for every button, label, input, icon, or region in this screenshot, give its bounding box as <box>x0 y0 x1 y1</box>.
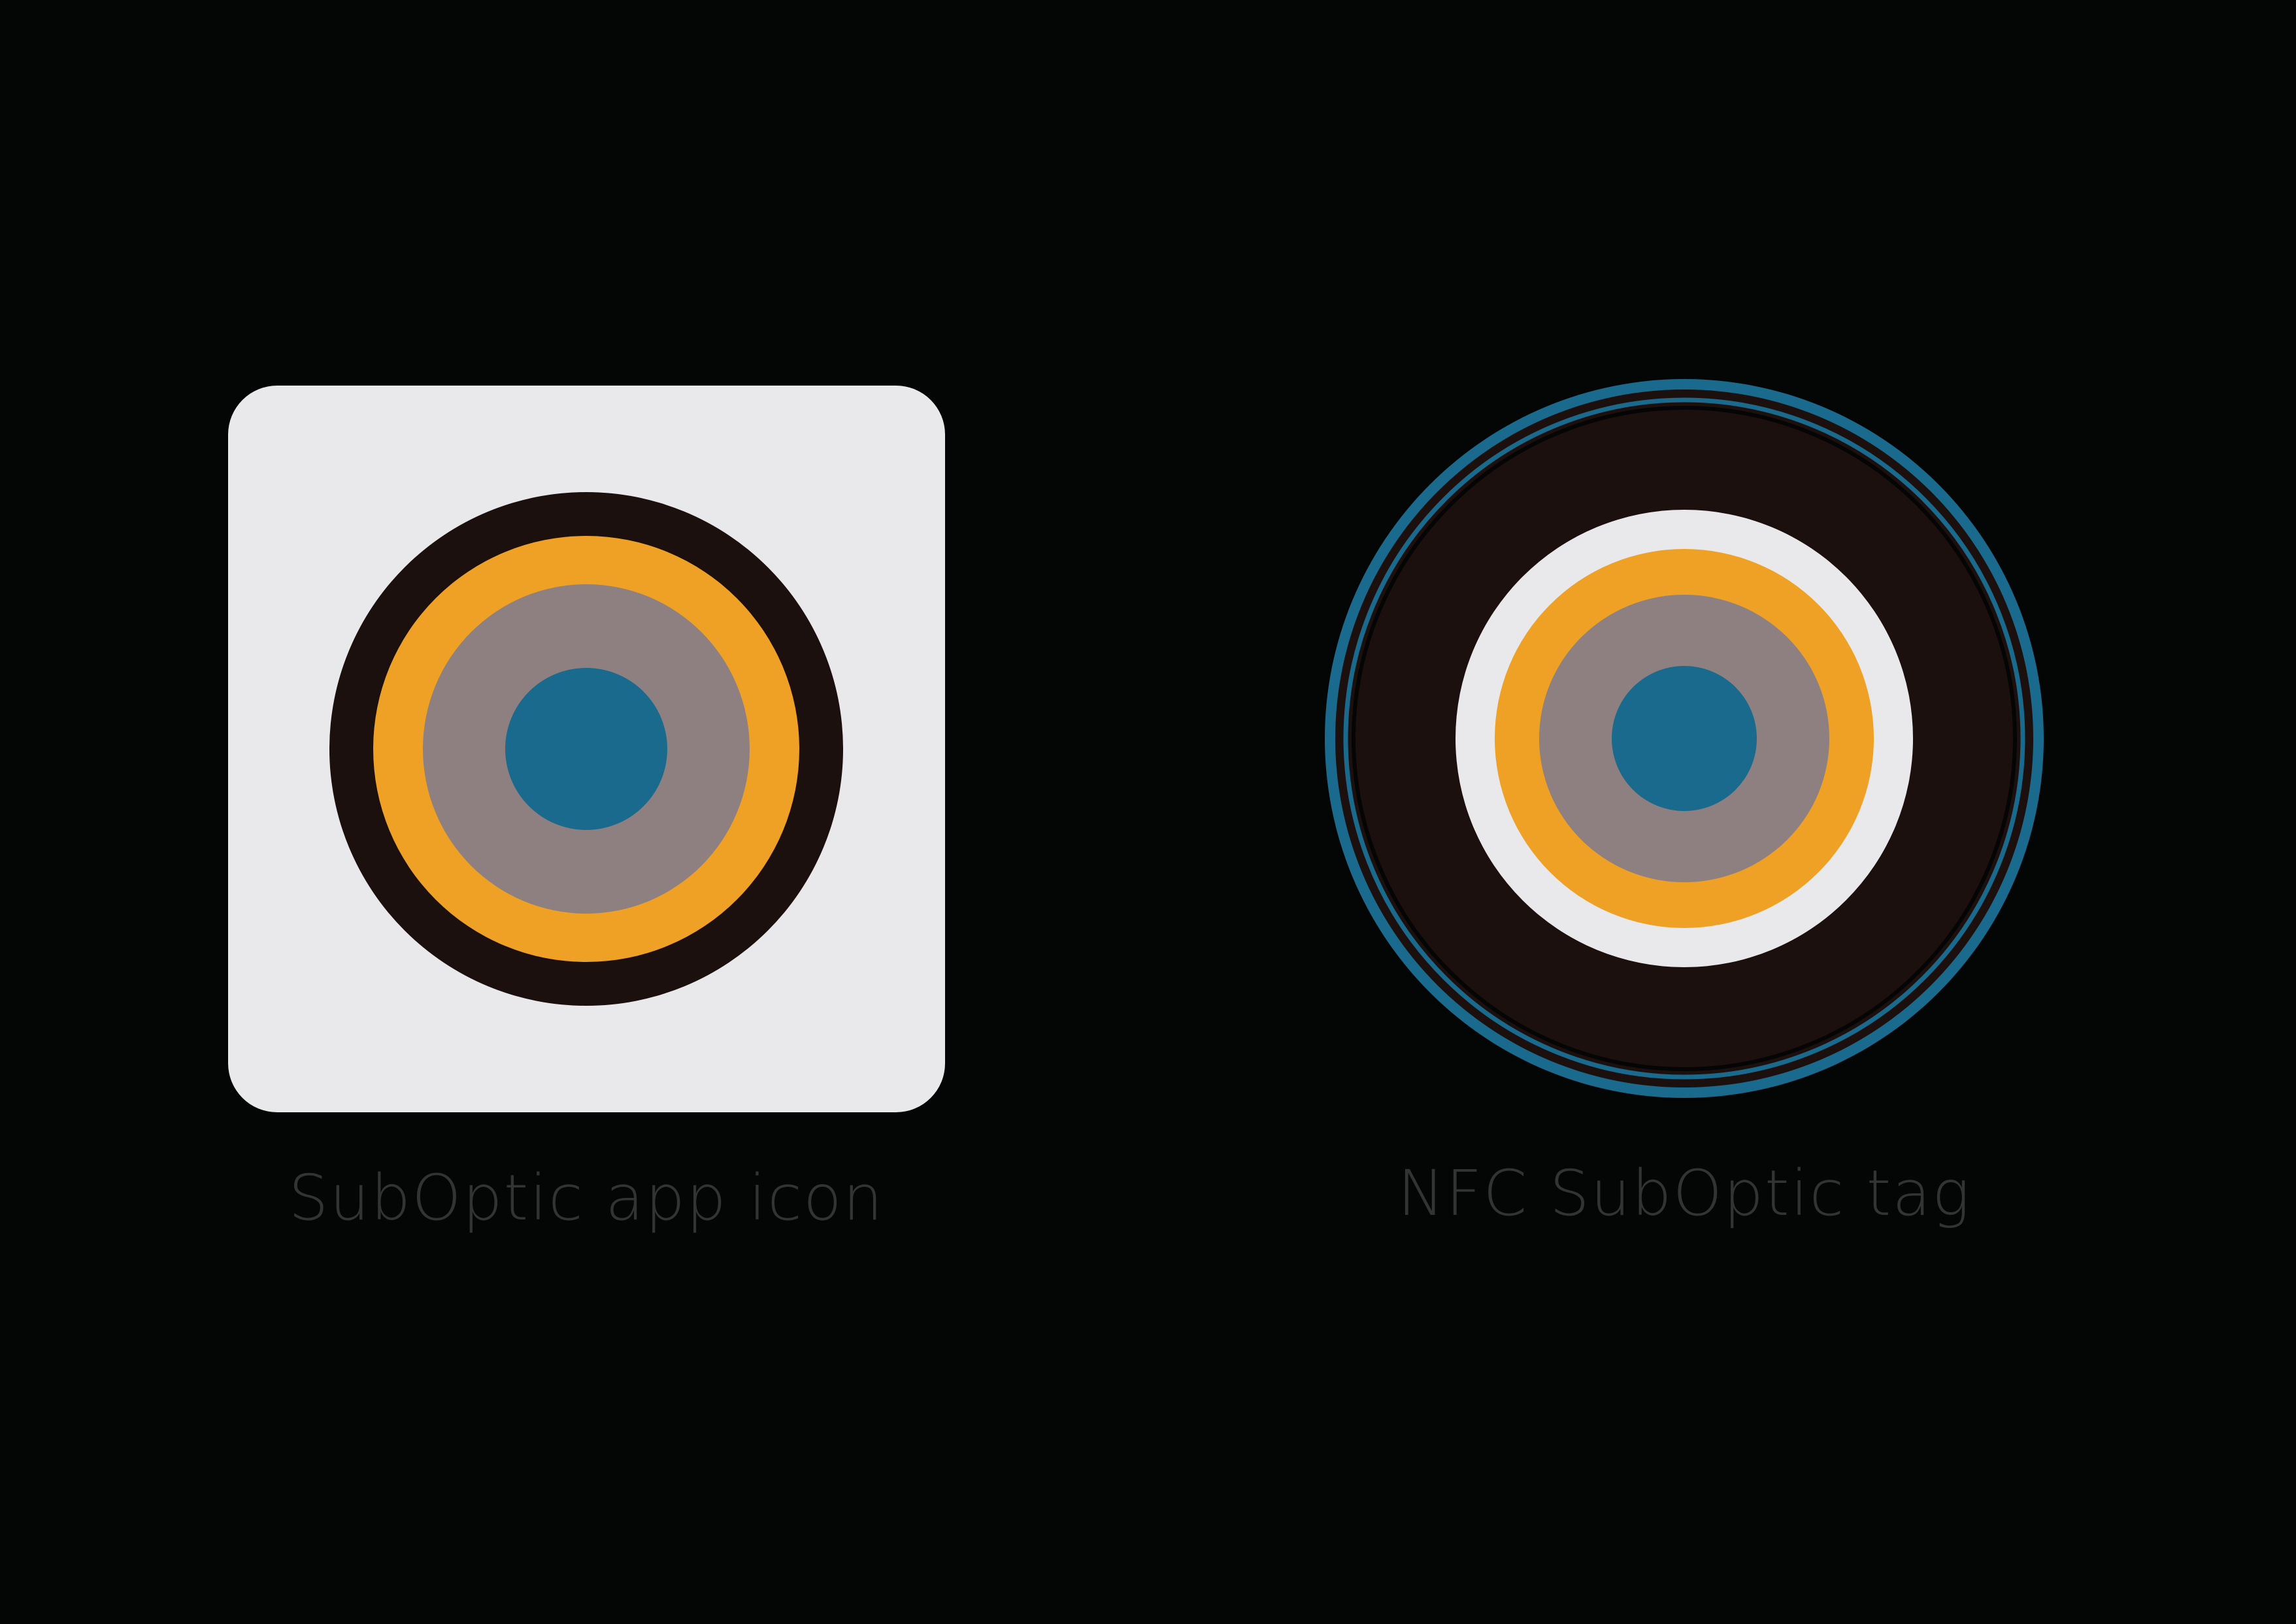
nfc-suboptic-tag <box>1325 379 2044 1098</box>
canvas: SubOptic app icon NFC SubOptic tag <box>0 0 2296 1624</box>
suboptic-app-icon <box>228 386 945 1112</box>
app-icon-caption: SubOptic app icon <box>288 1161 884 1235</box>
artwork <box>228 379 2044 1112</box>
app-icon-center-dot <box>505 668 667 830</box>
nfc-tag-caption: NFC SubOptic tag <box>1397 1157 1971 1230</box>
tag-center-dot <box>1612 666 1757 811</box>
